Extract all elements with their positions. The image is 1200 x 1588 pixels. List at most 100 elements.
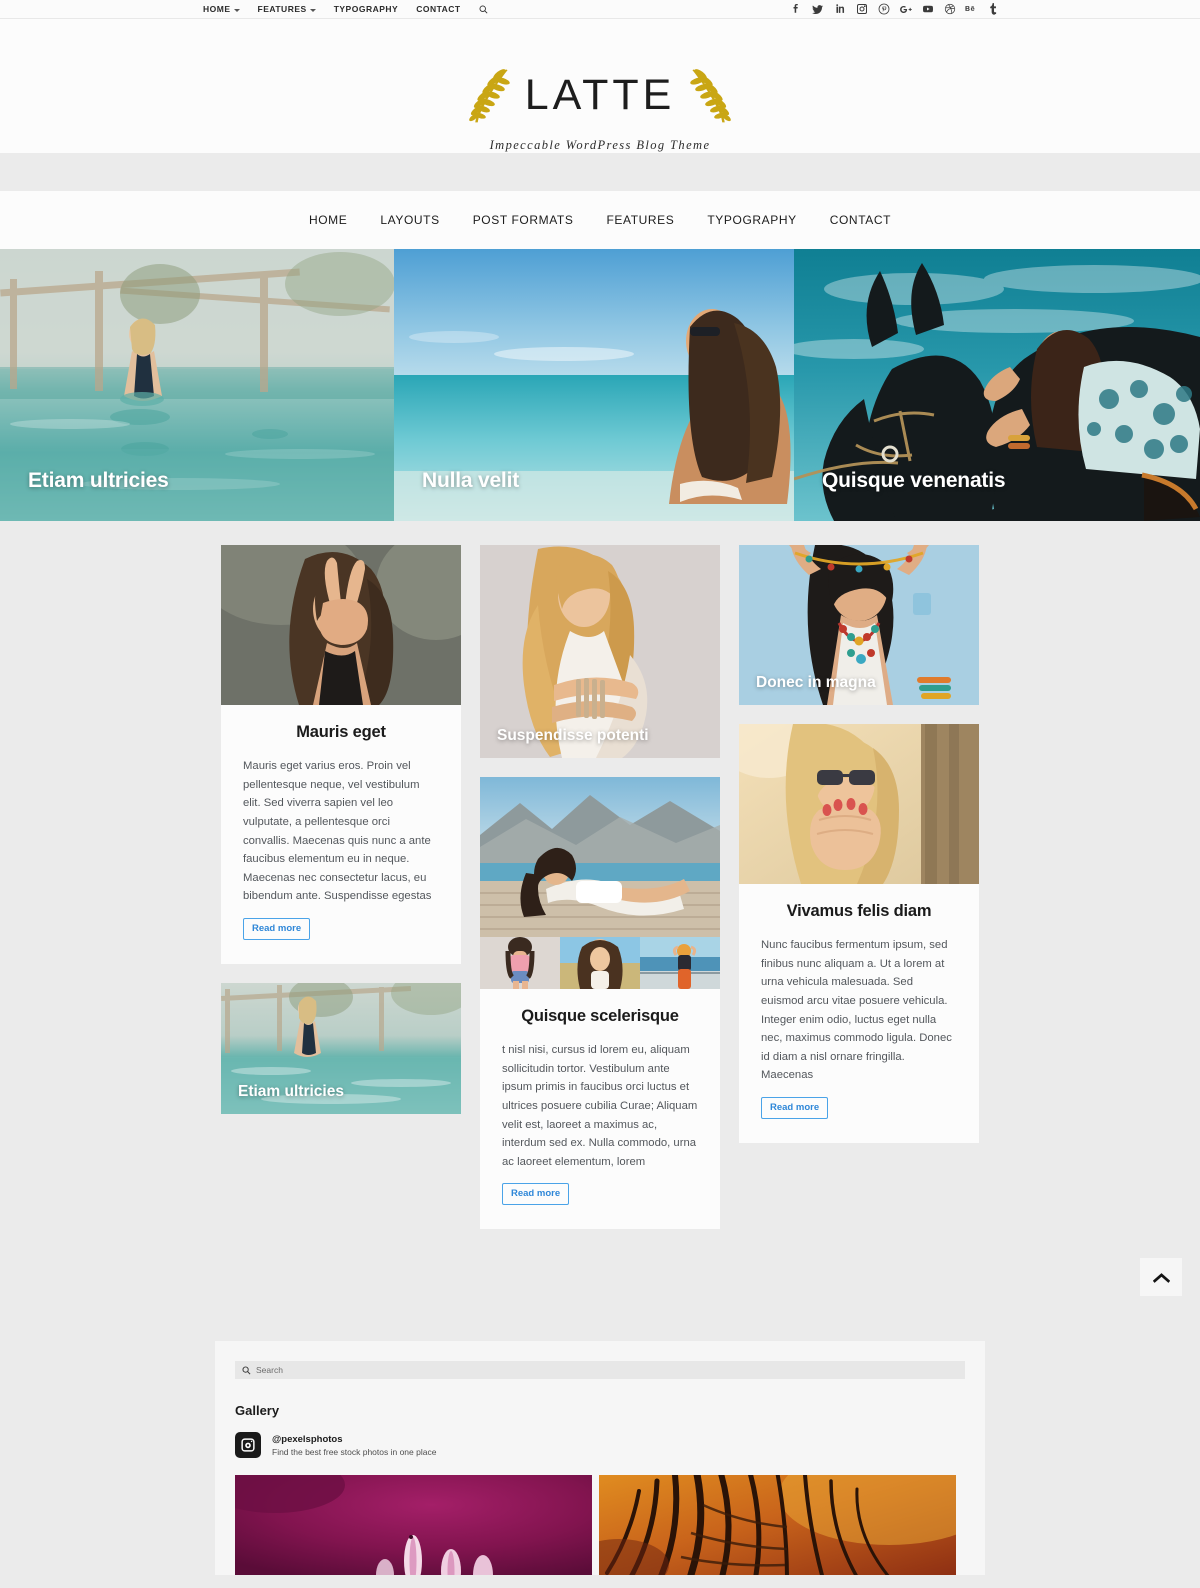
hero-slide-1[interactable]: Etiam ultricies [0,249,394,521]
instagram-image-grid [235,1475,965,1576]
post-card-mauris-eget[interactable]: Mauris eget Mauris eget varius eros. Pro… [221,545,461,964]
hero-slide-title: Etiam ultricies [28,469,169,492]
main-nav-item-typography[interactable]: TYPOGRAPHY [707,213,796,227]
top-nav-item-features[interactable]: FEATURES [258,4,316,14]
top-nav: HOME FEATURES TYPOGRAPHY CONTACT [203,4,488,14]
read-more-button[interactable]: Read more [502,1183,570,1206]
post-thumbnail[interactable]: Donec in magna [739,545,979,705]
read-more-button[interactable]: Read more [761,1097,829,1119]
hero-slider: Etiam ultricies Nulla velit Quisque vene… [0,249,1200,521]
post-card-quisque-scelerisque[interactable]: Quisque scelerisque t nisl nisi, cursus … [480,777,720,1230]
instagram-handle: @pexelsphotos [272,1433,343,1445]
search-icon [242,1366,251,1375]
post-title-overlay: Etiam ultricies [238,1083,344,1100]
grid-column-2: Suspendisse potenti Quisque scelerisque … [480,545,720,1230]
post-grid: Mauris eget Mauris eget varius eros. Pro… [221,545,979,1230]
top-nav-label: CONTACT [416,4,461,14]
top-nav-item-typography[interactable]: TYPOGRAPHY [334,4,399,14]
laurel-left-icon [468,69,510,123]
post-excerpt: Mauris eget varius eros. Proin vel pelle… [243,760,432,903]
top-nav-item-home[interactable]: HOME [203,4,240,14]
hero-slide-2[interactable]: Nulla velit [394,249,794,521]
post-title-overlay: Suspendisse potenti [497,727,649,744]
tumblr-icon[interactable] [987,3,1000,16]
post-card-donec-in-magna[interactable]: Donec in magna [739,545,979,705]
widget-panel: Search Gallery @pexelsphotos Find the be… [215,1341,985,1576]
post-body: Mauris eget Mauris eget varius eros. Pro… [221,705,461,964]
laurel-right-icon [690,69,732,123]
top-nav-label: HOME [203,4,231,14]
instagram-icon [235,1432,261,1459]
main-nav-item-home[interactable]: HOME [309,213,347,227]
post-thumbnail[interactable]: Suspendisse potenti [480,545,720,758]
thumb-image-woman-pink-top [480,937,560,989]
grid-column-3: Donec in magna Vivamus felis diam Nunc f… [739,545,979,1143]
google-plus-icon[interactable] [899,3,912,16]
dribbble-icon[interactable] [943,3,956,16]
footer-widget-area: Search Gallery @pexelsphotos Find the be… [0,1229,1200,1576]
site-tagline: Impeccable WordPress Blog Theme [489,138,711,152]
instagram-subtitle: Find the best free stock photos in one p… [272,1446,437,1457]
thumbnail-1[interactable] [480,937,560,989]
thumbnail-3[interactable] [640,937,720,989]
search-placeholder: Search [256,1365,283,1376]
top-bar: HOME FEATURES TYPOGRAPHY CONTACT [0,0,1200,19]
post-gallery-thumbnails [480,937,720,989]
post-card-vivamus-felis-diam[interactable]: Vivamus felis diam Nunc faucibus ferment… [739,724,979,1143]
behance-icon[interactable] [965,3,978,16]
main-nav-item-post-formats[interactable]: POST FORMATS [473,213,574,227]
search-input[interactable]: Search [235,1361,965,1380]
post-excerpt: t nisl nisi, cursus id lorem eu, aliquam… [502,1044,698,1168]
main-nav-item-features[interactable]: FEATURES [606,213,674,227]
gallery-image-2[interactable] [599,1475,956,1576]
read-more-button[interactable]: Read more [243,918,311,940]
search-icon [479,5,488,13]
hero-slide-title: Quisque venenatis [822,469,1006,492]
instagram-profile-row[interactable]: @pexelsphotos Find the best free stock p… [235,1432,965,1459]
top-search-button[interactable] [479,5,488,14]
top-nav-label: FEATURES [257,4,307,14]
post-image-beach-deck [480,777,720,937]
gallery-image-magenta-flower [235,1475,592,1576]
brand-header: LATTE Impeccable WordPress Blog Theme [0,19,1200,153]
thumbnail-2[interactable] [560,937,640,989]
social-links [789,3,1000,16]
post-title: Mauris eget [296,723,386,741]
main-nav-item-contact[interactable]: CONTACT [830,213,891,227]
post-thumbnail[interactable] [739,724,979,884]
post-title-overlay: Donec in magna [756,674,876,691]
instagram-meta: @pexelsphotos Find the best free stock p… [272,1434,436,1457]
widget-title-gallery: Gallery [235,1403,280,1419]
hero-slide-3[interactable]: Quisque venenatis [794,249,1200,521]
chevron-up-icon [1152,1272,1170,1283]
twitter-icon[interactable] [811,3,824,16]
thumb-image-woman-in-field [560,937,640,989]
linkedin-icon[interactable] [833,3,846,16]
top-nav-item-contact[interactable]: CONTACT [416,4,460,14]
instagram-icon[interactable] [855,3,868,16]
post-grid-section: Mauris eget Mauris eget varius eros. Pro… [0,521,1200,1230]
scroll-to-top-button[interactable] [1140,1258,1182,1296]
post-card-suspendisse-potenti[interactable]: Suspendisse potenti [480,545,720,758]
pinterest-icon[interactable] [877,3,890,16]
post-thumbnail[interactable] [221,545,461,705]
post-thumbnail[interactable]: Etiam ultricies [221,983,461,1114]
post-excerpt: Nunc faucibus fermentum ipsum, sed finib… [761,939,952,1082]
site-logo[interactable]: LATTE [0,66,1200,124]
post-card-etiam-ultricies[interactable]: Etiam ultricies [221,983,461,1114]
grid-column-1: Mauris eget Mauris eget varius eros. Pro… [221,545,461,1114]
chevron-down-icon [309,8,316,12]
facebook-icon[interactable] [789,3,802,16]
post-body: Vivamus felis diam Nunc faucibus ferment… [739,884,979,1143]
post-thumbnail[interactable] [480,777,720,937]
logo-text: LATTE [524,70,676,119]
main-nav: HOME LAYOUTS POST FORMATS FEATURES TYPOG… [0,191,1200,249]
main-nav-item-layouts[interactable]: LAYOUTS [380,213,439,227]
gallery-image-1[interactable] [235,1475,592,1576]
post-title: Quisque scelerisque [521,1007,679,1025]
thumb-image-woman-by-sea [640,937,720,989]
post-image-peace-sign [221,545,461,705]
post-title: Vivamus felis diam [786,902,932,920]
youtube-icon[interactable] [921,3,934,16]
gallery-image-orange-feather [599,1475,956,1576]
